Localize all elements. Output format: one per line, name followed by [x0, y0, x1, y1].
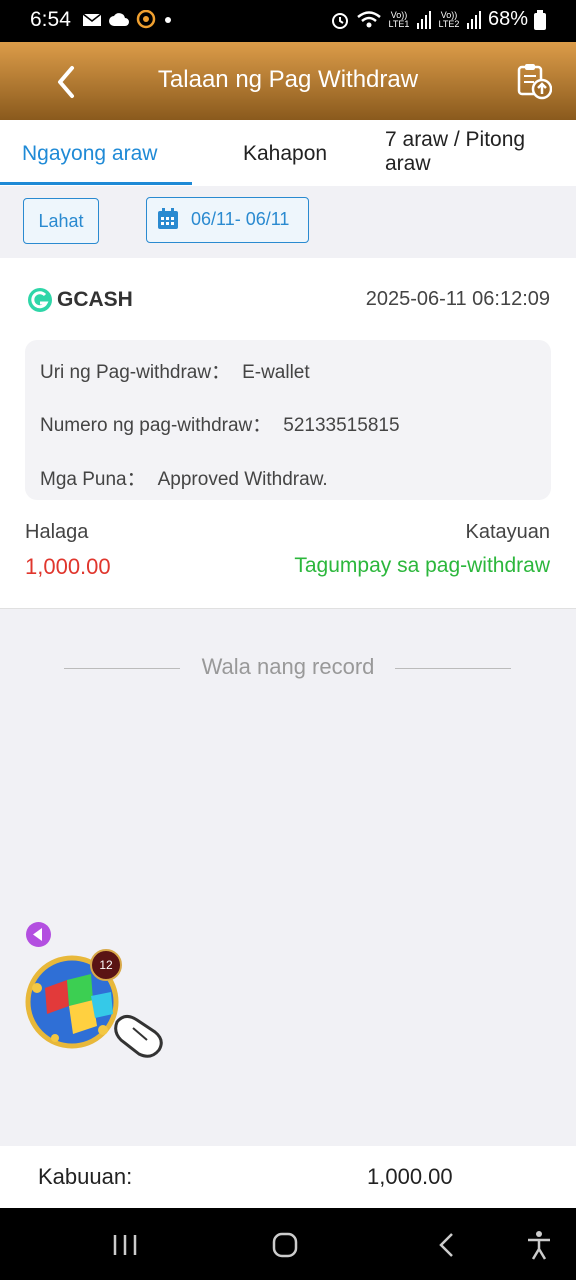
- status-bar: 6:54 Vo)) LTE1 Vo)) LTE2 68%: [0, 0, 576, 42]
- date-range-label: 06/11- 06/11: [191, 209, 290, 229]
- filter-bar: Lahat 06/11- 06/11: [0, 186, 576, 254]
- tab-yesterday[interactable]: Kahapon: [243, 142, 327, 166]
- record-details: Uri ng Pag-withdraw： E-wallet Numero ng p…: [25, 340, 551, 500]
- home-icon[interactable]: [268, 1228, 302, 1262]
- provider: GCASH: [27, 287, 133, 313]
- detail-key: Numero ng pag-withdraw：: [40, 415, 272, 436]
- signal-icon: [416, 10, 431, 29]
- active-tab-indicator: [0, 182, 192, 185]
- battery-percent: 68%: [487, 8, 528, 30]
- signal-icon: [466, 10, 481, 29]
- system-nav-bar: [0, 1208, 576, 1280]
- amount-label: Halaga: [25, 521, 89, 543]
- detail-row-type: Uri ng Pag-withdraw： E-wallet: [40, 357, 310, 384]
- total-value: 1,000.00: [367, 1164, 453, 1189]
- battery-icon: [534, 9, 546, 30]
- clipboard-upload-icon[interactable]: [516, 62, 552, 100]
- total-bar: Kabuuan: 1,000.00: [0, 1146, 576, 1208]
- detail-value: E-wallet: [242, 362, 310, 383]
- divider: [395, 668, 511, 669]
- signal-label-2: Vo)) LTE2: [438, 9, 460, 29]
- detail-value: 52133515815: [283, 415, 400, 436]
- all-filter-button[interactable]: Lahat: [23, 198, 99, 244]
- status-label: Katayuan: [465, 521, 550, 543]
- record-datetime: 2025-06-11 06:12:09: [365, 288, 550, 310]
- gcash-logo-icon: [28, 288, 52, 312]
- page-title: Talaan ng Pag Withdraw: [157, 66, 419, 93]
- detail-key: Uri ng Pag-withdraw：: [40, 362, 231, 383]
- cloud-icon: [109, 13, 129, 26]
- detail-key: Mga Puna：: [40, 469, 146, 490]
- mail-icon: [82, 13, 102, 26]
- dot-icon: [165, 17, 171, 23]
- alarm-icon: [331, 12, 348, 29]
- accessibility-icon[interactable]: [522, 1228, 556, 1262]
- back-icon[interactable]: [430, 1228, 464, 1262]
- signal-label-1: Vo)) LTE1: [388, 9, 410, 29]
- recents-icon[interactable]: [108, 1228, 142, 1262]
- provider-name: GCASH: [57, 288, 133, 311]
- tab-today[interactable]: Ngayong araw: [22, 142, 157, 166]
- status-value: Tagumpay sa pag-withdraw: [294, 554, 550, 577]
- collapse-arrow-icon[interactable]: [25, 921, 52, 948]
- calendar-icon: [158, 208, 178, 229]
- pointer-hand-icon: [114, 1015, 163, 1058]
- detail-row-number: Numero ng pag-withdraw： 52133515815: [40, 410, 400, 437]
- date-range-button[interactable]: 06/11- 06/11: [146, 197, 309, 243]
- detail-row-remarks: Mga Puna： Approved Withdraw.: [40, 464, 328, 491]
- total-label: Kabuuan:: [38, 1164, 133, 1189]
- status-time: 6:54: [30, 8, 71, 31]
- no-more-records: Wala nang record: [0, 652, 576, 684]
- withdraw-record-card: GCASH 2025-06-11 06:12:09 Uri ng Pag-wit…: [0, 258, 576, 609]
- chat-icon: [136, 10, 156, 29]
- app-header: Talaan ng Pag Withdraw: [0, 42, 576, 120]
- date-tabs: Ngayong araw Kahapon 7 araw / Pitong ara…: [0, 120, 576, 187]
- tab-seven-days[interactable]: 7 araw / Pitong araw: [385, 128, 565, 176]
- wifi-icon: [357, 10, 381, 27]
- detail-value: Approved Withdraw.: [157, 469, 328, 490]
- no-more-records-label: Wala nang record: [201, 654, 375, 679]
- amount-value: 1,000.00: [25, 554, 111, 579]
- notification-badge: 12: [90, 949, 122, 981]
